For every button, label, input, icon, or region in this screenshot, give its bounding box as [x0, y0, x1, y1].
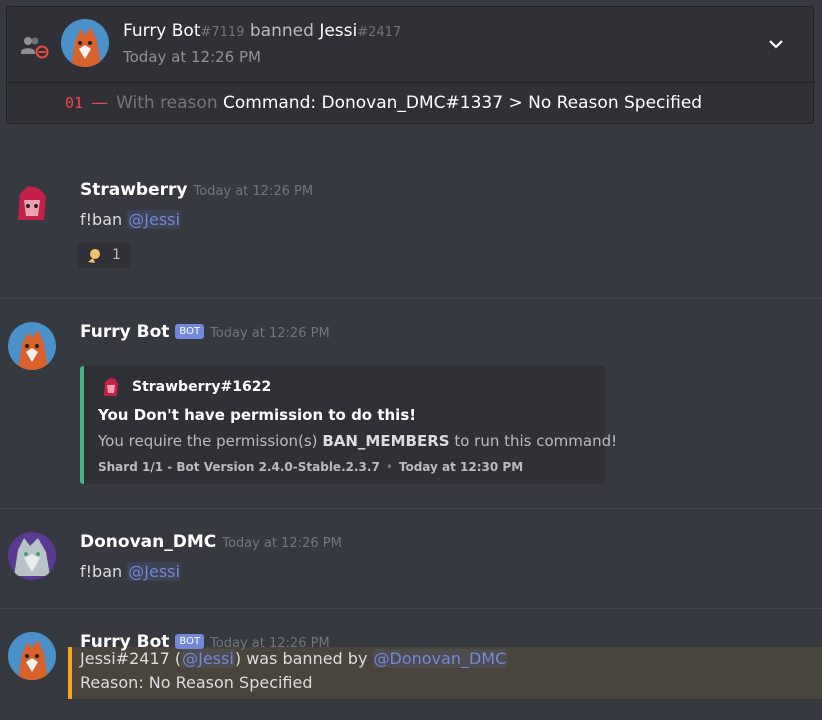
- audit-reason-text: Command: Donovan_DMC#1337 > No Reason Sp…: [223, 93, 703, 113]
- audit-change-row: 01 — With reason Command: Donovan_DMC#1337…: [65, 93, 702, 113]
- message-timestamp: Today at 12:26 PM: [222, 536, 342, 551]
- audit-change-number: 01: [65, 94, 84, 112]
- author-name[interactable]: Strawberry: [80, 180, 187, 200]
- embed-timestamp: Today at 12:30 PM: [398, 460, 524, 474]
- member-ban-icon: [21, 37, 49, 59]
- audit-divider: [7, 82, 813, 83]
- audit-log-header[interactable]: Furry Bot#7119 banned Jessi#2417 Today a…: [7, 7, 813, 82]
- bot-tag: BOT: [175, 324, 205, 339]
- message-author: Donovan_DMC Today at 12:26 PM: [80, 532, 342, 552]
- embed-footer-bullet: •: [385, 460, 393, 474]
- furry-bot-avatar[interactable]: [8, 322, 56, 370]
- bot-tag: BOT: [175, 634, 205, 649]
- embed-author-name: Strawberry#1622: [132, 379, 272, 395]
- audit-target-name[interactable]: Jessi: [319, 21, 357, 41]
- message-author: Strawberry Today at 12:26 PM: [80, 180, 313, 200]
- reaction-count: 1: [112, 247, 121, 263]
- embed-author: Strawberry#1622: [100, 376, 271, 398]
- embed-title: You Don't have permission to do this!: [98, 406, 417, 424]
- audit-actor-name[interactable]: Furry Bot: [123, 21, 201, 41]
- message-timestamp: Today at 12:26 PM: [210, 326, 330, 341]
- message-divider: [0, 608, 822, 609]
- donovan-avatar[interactable]: [8, 532, 56, 580]
- embed-desc-suffix: to run this command!: [454, 432, 618, 450]
- audit-summary: Furry Bot#7119 banned Jessi#2417: [123, 21, 401, 41]
- message-divider: [0, 508, 822, 509]
- message-divider: [0, 298, 822, 299]
- user-mention[interactable]: @Jessi: [127, 210, 181, 229]
- message-author: Furry Bot BOT Today at 12:26 PM: [80, 322, 330, 342]
- reaction-emoji-icon: [88, 248, 100, 263]
- audit-log-entry[interactable]: Furry Bot#7119 banned Jessi#2417 Today a…: [6, 6, 814, 124]
- embed-desc-permission: BAN_MEMBERS: [322, 432, 450, 450]
- audit-target-discriminator: #2417: [357, 25, 402, 40]
- message-timestamp: Today at 12:26 PM: [210, 636, 330, 651]
- strawberry-avatar[interactable]: [8, 180, 56, 228]
- message-author: Furry Bot BOT Today at 12:26 PM: [80, 632, 330, 652]
- embed-description: You require the permission(s) BAN_MEMBER…: [98, 432, 617, 450]
- audit-change-dash: —: [91, 93, 109, 113]
- furry-bot-avatar[interactable]: [61, 19, 109, 67]
- audit-reason-label: With reason: [116, 93, 218, 113]
- reaction-button[interactable]: 1: [78, 242, 130, 268]
- author-name[interactable]: Furry Bot: [80, 322, 169, 342]
- message-content: f!ban @Jessi: [80, 562, 181, 581]
- audit-timestamp: Today at 12:26 PM: [123, 48, 261, 66]
- chevron-down-icon[interactable]: [767, 35, 785, 53]
- embed-footer: Shard 1/1 - Bot Version 2.4.0-Stable.2.3…: [98, 460, 523, 474]
- audit-actor-discriminator: #7119: [200, 25, 245, 40]
- author-name[interactable]: Furry Bot: [80, 632, 169, 652]
- ban-reason-line: Reason: No Reason Specified: [80, 673, 313, 692]
- embed-footer-text: Shard 1/1 - Bot Version 2.4.0-Stable.2.3…: [98, 460, 380, 474]
- mention-highlight: Jessi#2417 (@Jessi) was banned by @Donov…: [68, 647, 822, 699]
- message-embed: Strawberry#1622 You Don't have permissio…: [80, 366, 617, 484]
- user-mention-moderator[interactable]: @Donovan_DMC: [372, 649, 508, 668]
- message-text: f!ban: [80, 562, 123, 581]
- message-content: f!ban @Jessi: [80, 210, 181, 229]
- furry-bot-avatar[interactable]: [8, 632, 56, 680]
- message-timestamp: Today at 12:26 PM: [193, 184, 314, 199]
- embed-author-avatar: [100, 376, 122, 398]
- message-text: f!ban: [80, 210, 123, 229]
- user-mention[interactable]: @Jessi: [127, 562, 181, 581]
- embed-desc-prefix: You require the permission(s): [98, 432, 318, 450]
- audit-action-text: banned: [249, 21, 314, 41]
- author-name[interactable]: Donovan_DMC: [80, 532, 216, 552]
